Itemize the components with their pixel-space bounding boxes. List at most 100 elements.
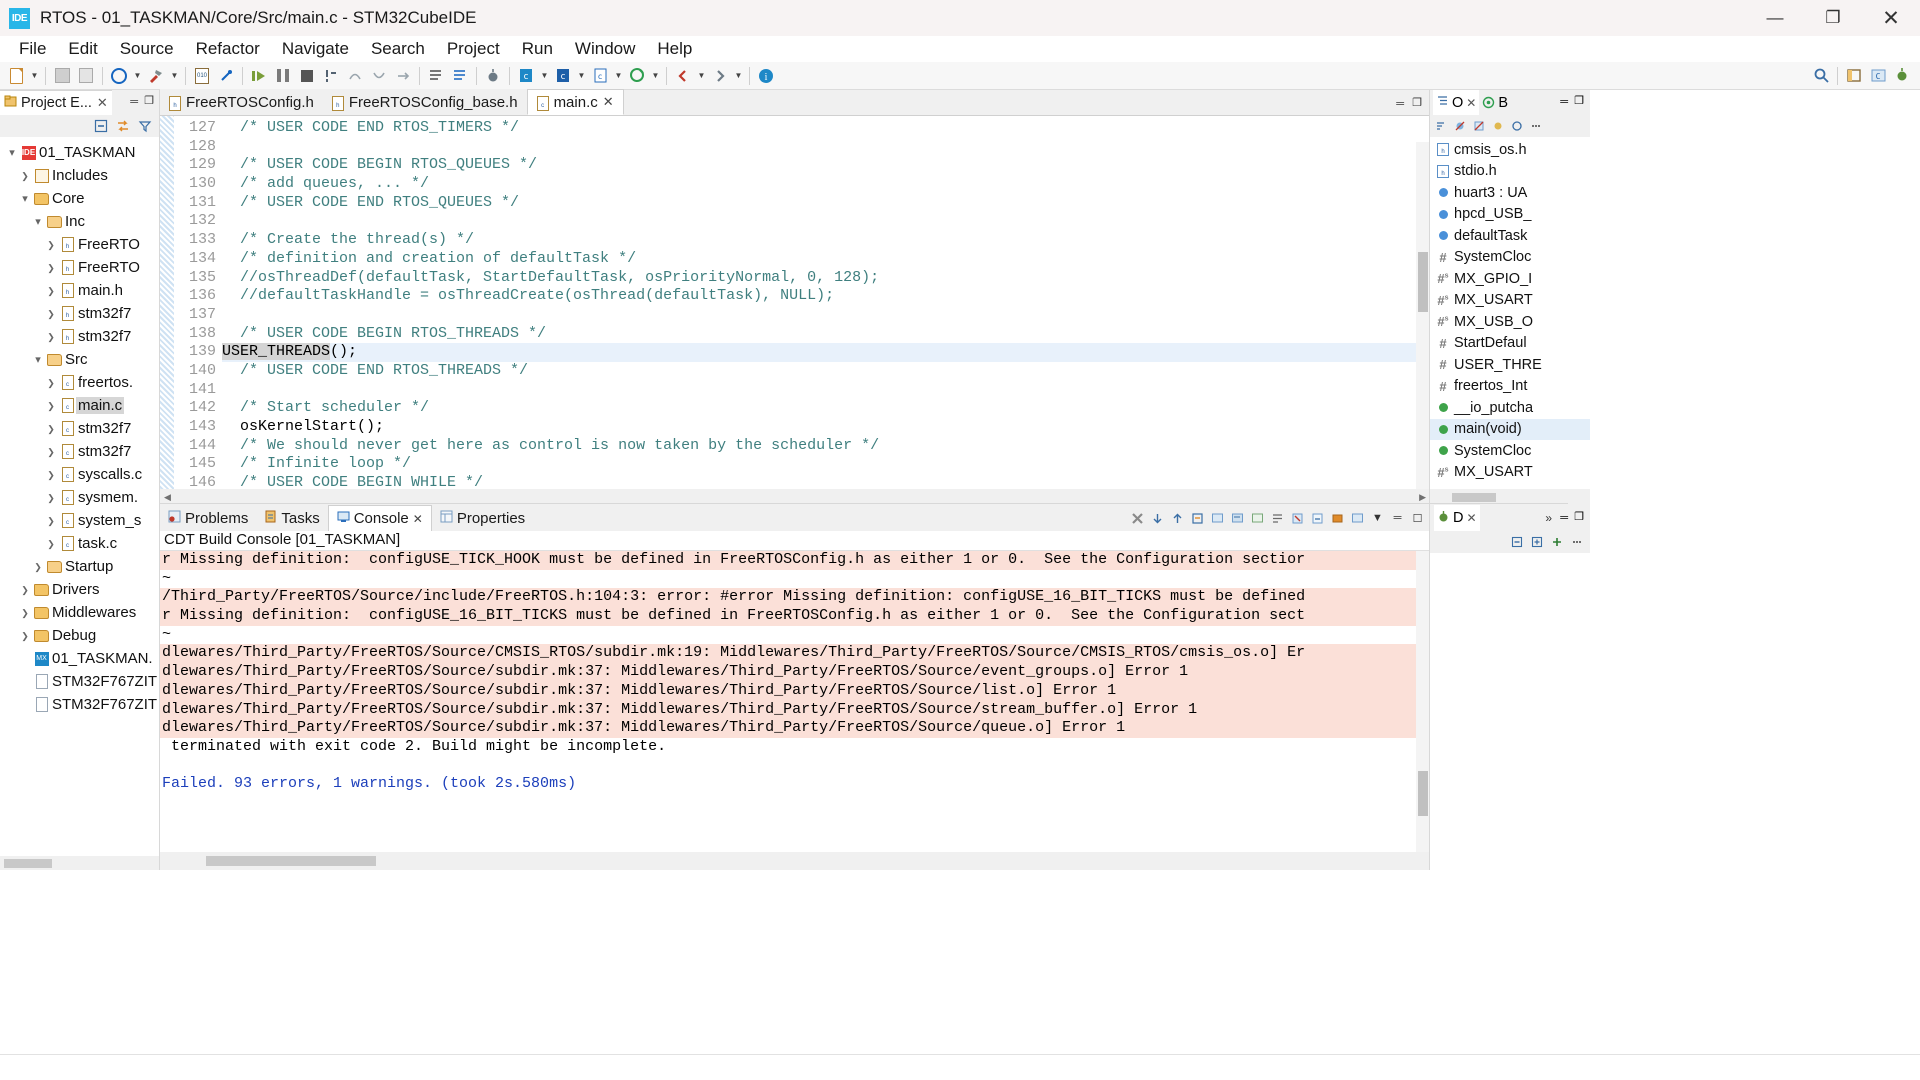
chevron-right-icon[interactable]	[43, 423, 59, 435]
console-vscrollbar[interactable]	[1416, 551, 1430, 852]
editor-vscrollbar[interactable]	[1416, 142, 1430, 489]
chevron-right-icon[interactable]	[43, 239, 59, 251]
scroll-down-icon[interactable]	[1149, 510, 1166, 527]
scrollbar-thumb[interactable]	[1418, 252, 1428, 312]
editor-tab-freertosconfig-base-h[interactable]: h FreeRTOSConfig_base.h	[322, 89, 527, 115]
outline-item[interactable]: hpcd_USB_	[1430, 204, 1590, 226]
display-selected-console-icon[interactable]	[1349, 510, 1366, 527]
chevron-right-icon[interactable]	[17, 170, 33, 182]
scroll-lock-icon[interactable]	[1309, 510, 1326, 527]
chevron-right-icon[interactable]	[43, 492, 59, 504]
console-tab-properties[interactable]: Properties	[432, 505, 533, 531]
minimize-button[interactable]: —	[1746, 0, 1804, 36]
chevron-right-icon[interactable]	[43, 262, 59, 274]
minimize-icon[interactable]: ═	[1396, 98, 1404, 110]
back-dropdown-arrow-icon[interactable]: ▼	[696, 65, 707, 87]
c-cpp-perspective-icon[interactable]: C	[1867, 65, 1889, 87]
tree-item[interactable]: STM32F767ZIT	[0, 693, 160, 716]
minimize-icon[interactable]: ═	[130, 96, 138, 108]
tree-item[interactable]: MX 01_TASKMAN.	[0, 647, 160, 670]
link-icon[interactable]	[215, 65, 237, 87]
outline-item[interactable]: h stdio.h	[1430, 161, 1590, 183]
code-line[interactable]: /* USER CODE END RTOS_THREADS */	[222, 362, 1430, 381]
tree-item[interactable]: cstm32f7	[0, 417, 160, 440]
tree-item[interactable]: IDE01_TASKMAN	[0, 141, 160, 164]
forward-icon[interactable]	[709, 65, 731, 87]
tree-item[interactable]: hmain.h	[0, 279, 160, 302]
outline-list[interactable]: h cmsis_os.h h stdio.h huart3 : UA hpcd_USB_ d…	[1430, 137, 1590, 489]
menu-search[interactable]: Search	[360, 37, 436, 61]
close-icon[interactable]: ✕	[97, 95, 108, 111]
outline-item[interactable]: SystemCloc	[1430, 440, 1590, 462]
scroll-left-arrow-icon[interactable]: ◀	[164, 492, 171, 503]
search-declaration-icon[interactable]	[449, 65, 471, 87]
chevron-right-icon[interactable]	[43, 469, 59, 481]
terminate-icon[interactable]	[1129, 510, 1146, 527]
tree-item[interactable]: Middlewares	[0, 601, 160, 624]
drop-to-frame-icon[interactable]	[392, 65, 414, 87]
new-file-dropdown-arrow-icon[interactable]: ▼	[29, 65, 40, 87]
code-line[interactable]: /* add queues, ... */	[222, 175, 1430, 194]
chevron-down-icon[interactable]	[17, 192, 33, 205]
outline-item[interactable]: # freertos_Int	[1430, 376, 1590, 398]
code-line[interactable]: /* Start scheduler */	[222, 399, 1430, 418]
save-all-icon[interactable]	[75, 65, 97, 87]
tree-item[interactable]: Startup	[0, 555, 160, 578]
search-icon[interactable]	[1810, 65, 1832, 87]
menu-icon[interactable]	[1529, 119, 1543, 133]
step-over-icon[interactable]	[344, 65, 366, 87]
outline-item[interactable]: # USER_THRE	[1430, 354, 1590, 376]
tree-item[interactable]: csyscalls.c	[0, 463, 160, 486]
chevron-right-icon[interactable]	[43, 331, 59, 343]
tree-item[interactable]: Includes	[0, 164, 160, 187]
editor-tab-freertosconfig-h[interactable]: h FreeRTOSConfig.h	[160, 89, 323, 115]
pin-icon[interactable]	[1329, 510, 1346, 527]
new-cpp-project-icon[interactable]: c	[552, 65, 574, 87]
menu-navigate[interactable]: Navigate	[271, 37, 360, 61]
outline-item[interactable]: #s MX_USART	[1430, 290, 1590, 312]
forward-dropdown-arrow-icon[interactable]: ▼	[733, 65, 744, 87]
expand-icon[interactable]	[1530, 535, 1544, 549]
maximize-icon[interactable]: ❐	[144, 94, 154, 107]
chevron-right-icon[interactable]	[43, 377, 59, 389]
tab-outline[interactable]: O ✕	[1433, 90, 1480, 115]
info-icon[interactable]: i	[755, 65, 777, 87]
collapse-all-icon[interactable]	[1510, 535, 1524, 549]
build-dropdown-arrow-icon[interactable]: ▼	[169, 65, 180, 87]
menu-project[interactable]: Project	[436, 37, 511, 61]
code-line[interactable]	[222, 381, 1430, 400]
code-line[interactable]	[222, 306, 1430, 325]
maximize-icon[interactable]: ❐	[1574, 510, 1584, 523]
code-line[interactable]: /* We should never get here as control i…	[222, 437, 1430, 456]
scrollbar-thumb[interactable]	[1452, 493, 1496, 502]
code-line[interactable]: /* Create the thread(s) */	[222, 231, 1430, 250]
maximize-icon[interactable]: ☐	[1409, 510, 1426, 527]
build-targets-icon[interactable]: B	[1482, 95, 1508, 111]
open-declaration-icon[interactable]	[425, 65, 447, 87]
close-icon[interactable]: ✕	[413, 512, 423, 526]
scrollbar-thumb[interactable]	[4, 859, 52, 868]
panel-divider-right[interactable]	[1429, 90, 1430, 870]
open-perspective-icon[interactable]	[1843, 65, 1865, 87]
menu-window[interactable]: Window	[564, 37, 646, 61]
more-tabs-icon[interactable]: »	[1545, 511, 1552, 525]
new-c-project-icon[interactable]: c	[515, 65, 537, 87]
close-icon[interactable]: ✕	[603, 94, 614, 110]
chevron-down-icon[interactable]	[30, 353, 46, 366]
code-line[interactable]: /* USER CODE BEGIN RTOS_THREADS */	[222, 325, 1430, 344]
code-line[interactable]: //defaultTaskHandle = osThreadCreate(osT…	[222, 287, 1430, 306]
build-hammer-icon[interactable]	[145, 65, 167, 87]
tree-item[interactable]: Debug	[0, 624, 160, 647]
scroll-up-icon[interactable]	[1169, 510, 1186, 527]
outline-item[interactable]: h cmsis_os.h	[1430, 139, 1590, 161]
chevron-down-icon[interactable]	[30, 215, 46, 228]
outline-item[interactable]: main(void)	[1430, 418, 1590, 440]
step-return-icon[interactable]	[368, 65, 390, 87]
new-cpp-project-dropdown-arrow-icon[interactable]: ▼	[576, 65, 587, 87]
link-with-editor-icon[interactable]	[115, 119, 130, 134]
minimize-icon[interactable]: ═	[1560, 512, 1568, 524]
menu-help[interactable]: Help	[646, 37, 703, 61]
menu-source[interactable]: Source	[109, 37, 185, 61]
project-tree[interactable]: IDE01_TASKMANIncludesCoreInchFreeRTOhFre…	[0, 137, 160, 856]
tree-item[interactable]: csystem_s	[0, 509, 160, 532]
